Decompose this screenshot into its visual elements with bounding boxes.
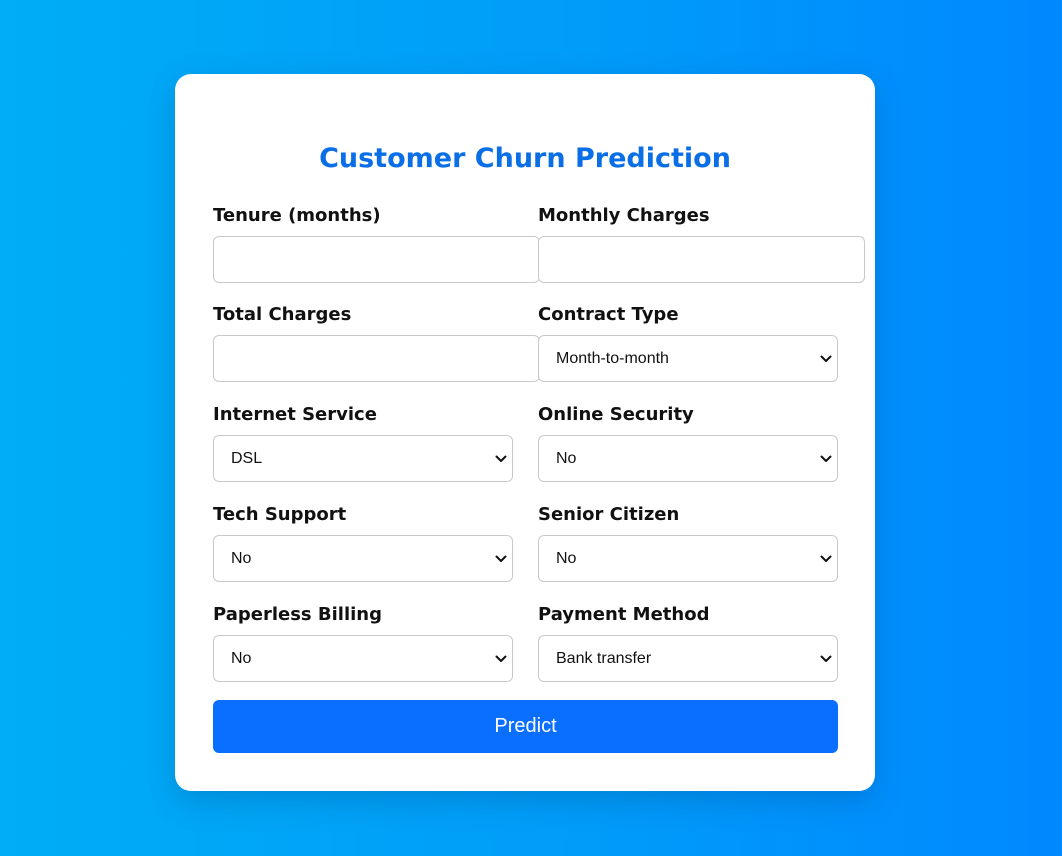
paperless-billing-field-group: Paperless Billing No — [213, 604, 513, 682]
contract-type-select[interactable]: Month-to-month — [538, 335, 838, 382]
total-charges-field-group: Total Charges — [213, 304, 540, 382]
internet-service-selected-value: DSL — [231, 449, 263, 467]
tenure-label: Tenure (months) — [213, 205, 381, 226]
chevron-down-icon — [820, 455, 832, 462]
tech-support-select[interactable]: No — [213, 535, 513, 582]
online-security-field-group: Online Security No — [538, 404, 838, 482]
total-charges-input[interactable] — [213, 335, 540, 382]
total-charges-label: Total Charges — [213, 304, 352, 325]
chevron-down-icon — [820, 655, 832, 662]
chevron-down-icon — [495, 555, 507, 562]
chevron-down-icon — [495, 455, 507, 462]
online-security-select[interactable]: No — [538, 435, 838, 482]
monthly-charges-label: Monthly Charges — [538, 205, 710, 226]
payment-method-label: Payment Method — [538, 604, 710, 625]
monthly-charges-field-group: Monthly Charges — [538, 205, 865, 283]
senior-citizen-label: Senior Citizen — [538, 504, 680, 525]
paperless-billing-selected-value: No — [231, 649, 252, 667]
chevron-down-icon — [820, 555, 832, 562]
tech-support-label: Tech Support — [213, 504, 347, 525]
internet-service-field-group: Internet Service DSL — [213, 404, 513, 482]
chevron-down-icon — [820, 355, 832, 362]
tech-support-selected-value: No — [231, 549, 252, 567]
page-title: Customer Churn Prediction — [319, 143, 731, 174]
internet-service-select[interactable]: DSL — [213, 435, 513, 482]
tenure-field-group: Tenure (months) — [213, 205, 540, 283]
tech-support-field-group: Tech Support No — [213, 504, 513, 582]
online-security-label: Online Security — [538, 404, 694, 425]
chevron-down-icon — [495, 655, 507, 662]
payment-method-selected-value: Bank transfer — [556, 649, 652, 667]
senior-citizen-selected-value: No — [556, 549, 577, 567]
senior-citizen-field-group: Senior Citizen No — [538, 504, 838, 582]
contract-type-selected-value: Month-to-month — [556, 349, 669, 367]
paperless-billing-select[interactable]: No — [213, 635, 513, 682]
prediction-card: Customer Churn Prediction Tenure (months… — [175, 74, 875, 791]
contract-type-label: Contract Type — [538, 304, 679, 325]
predict-button[interactable]: Predict — [213, 700, 838, 753]
monthly-charges-input[interactable] — [538, 236, 865, 283]
payment-method-select[interactable]: Bank transfer — [538, 635, 838, 682]
online-security-selected-value: No — [556, 449, 577, 467]
senior-citizen-select[interactable]: No — [538, 535, 838, 582]
paperless-billing-label: Paperless Billing — [213, 604, 382, 625]
payment-method-field-group: Payment Method Bank transfer — [538, 604, 838, 682]
tenure-input[interactable] — [213, 236, 540, 283]
contract-type-field-group: Contract Type Month-to-month — [538, 304, 838, 382]
internet-service-label: Internet Service — [213, 404, 377, 425]
